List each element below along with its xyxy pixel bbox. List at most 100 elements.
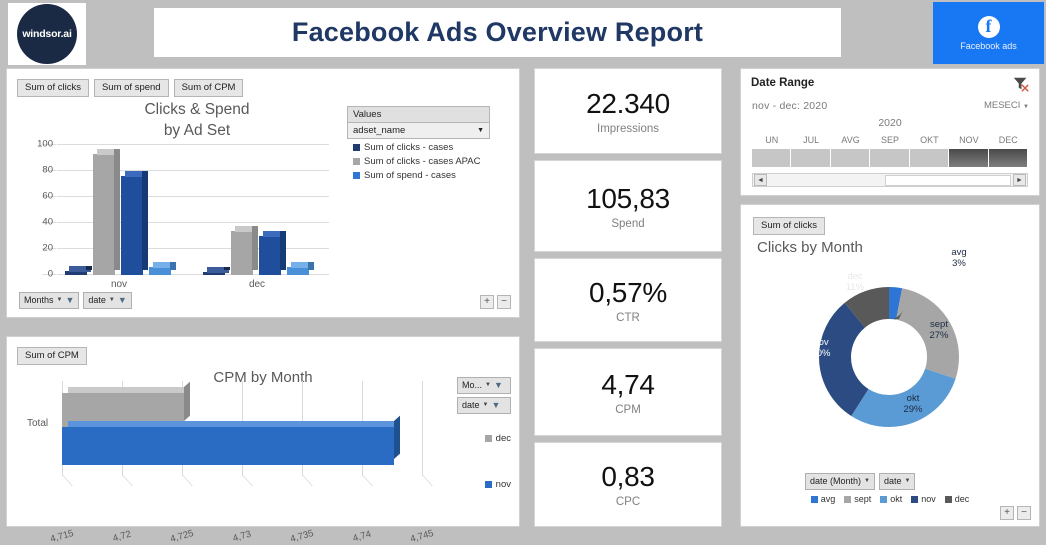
facebook-ads-badge: f Facebook ads — [933, 2, 1044, 64]
adset-name-dropdown[interactable]: adset_name ▼ — [347, 123, 490, 139]
x-label-nov: nov — [110, 279, 128, 290]
cpm-chart-panel: Sum of CPM CPM by Month 4,715 4,72 4,725… — [6, 336, 520, 545]
bar-nov-clicks-cases-apac — [93, 149, 120, 275]
donut-value-sept: 27% — [929, 330, 949, 341]
month-cell-dec[interactable] — [988, 149, 1028, 167]
clicks-chart-slicer-group: Months ▼ ▼ date ▼ ▼ — [19, 292, 132, 309]
legend-swatch-spend-cases — [353, 172, 360, 179]
kpi-value-ctr: 0,57% — [589, 276, 667, 308]
collapse-button[interactable]: − — [497, 295, 511, 309]
y-tick-0: 0 — [47, 268, 53, 280]
date-range-level-dropdown[interactable]: MESECI ▼ — [984, 100, 1029, 111]
donut-label-dec-text: dec — [847, 271, 863, 282]
donut-slicer-group: date (Month) ▼ date ▼ — [805, 473, 916, 490]
month-cell-okt[interactable] — [909, 149, 950, 167]
tab-sum-of-cpm[interactable]: Sum of CPM — [173, 79, 244, 97]
y-label-total: Total — [27, 418, 49, 429]
chevron-down-icon: ▼ — [482, 402, 489, 408]
legend-label-okt: okt — [890, 494, 903, 504]
month-cell-nov[interactable] — [949, 149, 989, 167]
collapse-button[interactable]: − — [1017, 506, 1031, 520]
slicer-date-month[interactable]: date (Month) ▼ — [805, 473, 875, 490]
filter-icon: ▼ — [117, 295, 127, 305]
bar-nov-clicks-cases — [65, 266, 92, 275]
date-range-selection: nov - dec: 2020 — [752, 100, 828, 112]
donut-chart: avg 3% sept 27% okt 29% nov 30% dec 11% — [789, 247, 989, 457]
adset-name-label: adset_name — [353, 125, 406, 136]
tab-sum-of-clicks[interactable]: Sum of clicks — [17, 79, 89, 97]
legend-swatch-dec — [484, 435, 492, 442]
kpi-card-spend: 105,83 Spend — [534, 160, 722, 252]
slicer-months[interactable]: Months ▼ ▼ — [19, 292, 80, 309]
legend-swatch-nov — [911, 495, 919, 503]
values-header-label: Values — [347, 106, 490, 123]
report-title-box: Facebook Ads Overview Report — [154, 8, 841, 57]
clear-filter-icon[interactable] — [1012, 75, 1030, 93]
tab-sum-of-clicks-donut[interactable]: Sum of clicks — [753, 217, 825, 235]
legend-item-clicks-cases-apac: Sum of clicks - cases APAC — [347, 156, 490, 167]
donut-label-okt-text: okt — [906, 393, 920, 404]
logo-circle: windsor.ai — [17, 4, 77, 64]
legend-label-nov: nov — [921, 494, 936, 504]
y-tick-60: 60 — [42, 190, 53, 202]
clicks-spend-chart-panel: Sum of clicks Sum of spend Sum of CPM Cl… — [6, 68, 520, 318]
scrollbar-thumb[interactable] — [884, 174, 1011, 186]
legend-item-nov-cpm: nov — [484, 479, 511, 490]
kpi-label-ctr: CTR — [616, 311, 640, 324]
slicer-date-cpm[interactable]: date ▼ ▼ — [457, 397, 511, 414]
cpm-pivot-tab-group: Sum of CPM — [17, 345, 87, 365]
legend-swatch-okt — [880, 495, 888, 503]
slicer-date-donut-label: date — [883, 476, 902, 486]
legend-label-sept: sept — [854, 494, 872, 504]
slicer-months-cpm[interactable]: Mo... ▼ ▼ — [457, 377, 511, 394]
expand-button[interactable]: + — [1000, 506, 1014, 520]
date-range-year: 2020 — [878, 117, 902, 129]
donut-value-dec: 11% — [845, 282, 865, 293]
chart-title-clicks-spend: Clicks & Spend by Ad Set — [67, 99, 327, 141]
slicer-date-donut[interactable]: date ▼ — [878, 473, 916, 490]
legend-item-dec: dec — [944, 494, 969, 504]
legend-item-spend-cases: Sum of spend - cases — [347, 170, 490, 181]
legend-label-nov: nov — [495, 479, 511, 490]
donut-label-dec: dec 11% — [835, 271, 875, 293]
expand-button[interactable]: + — [480, 295, 494, 309]
month-cell-avg[interactable] — [830, 149, 871, 167]
month-label-okt: OKT — [920, 135, 939, 145]
donut-label-sept-text: sept — [930, 319, 948, 330]
slicer-date-month-label: date (Month) — [810, 476, 862, 486]
y-tick-20: 20 — [42, 242, 53, 254]
scroll-left-icon[interactable]: ◄ — [754, 174, 767, 186]
chevron-down-icon: ▼ — [485, 382, 491, 388]
month-cell-sep[interactable] — [870, 149, 910, 167]
slicer-months-label: Months — [24, 295, 54, 305]
donut-zoom-controls: + − — [1000, 506, 1031, 520]
kpi-label-impressions: Impressions — [597, 122, 659, 135]
date-range-title: Date Range — [751, 77, 815, 89]
x-tick-2: 4,72 — [111, 528, 133, 545]
chart-title-line-2: by Ad Set — [163, 122, 231, 139]
donut-label-nov: nov 30% — [801, 337, 841, 359]
filter-icon: ▼ — [65, 295, 75, 305]
clicks-chart-plot: 100 80 60 40 20 0 nov dec — [37, 139, 329, 290]
kpi-label-cpc: CPC — [615, 496, 641, 508]
month-label-avg: AVG — [841, 135, 860, 145]
tab-sum-of-cpm[interactable]: Sum of CPM — [17, 347, 87, 365]
kpi-value-impressions: 22.340 — [586, 87, 670, 119]
month-cell-jul[interactable] — [791, 149, 831, 167]
brand-logo: windsor.ai — [8, 3, 86, 65]
scroll-right-icon[interactable]: ► — [1013, 174, 1026, 186]
date-range-scrollbar[interactable]: ◄ ► — [752, 173, 1028, 187]
bar-dec-clicks-cases-apac — [231, 226, 258, 275]
cpm-chart-plot: 4,715 4,72 4,725 4,73 4,735 4,74 4,745 — [49, 381, 435, 545]
slicer-date[interactable]: date ▼ ▼ — [83, 292, 132, 309]
donut-value-nov: 30% — [811, 348, 831, 359]
month-cell-un[interactable] — [752, 149, 792, 167]
donut-label-sept: sept 27% — [917, 319, 961, 341]
date-range-level-label: MESECI — [983, 100, 1021, 111]
date-range-month-cells — [752, 149, 1028, 167]
bar-nov-spend-cases-apac — [149, 262, 176, 275]
tab-sum-of-spend[interactable]: Sum of spend — [93, 79, 169, 97]
donut-label-avg: avg 3% — [939, 247, 979, 269]
chevron-down-icon: ▼ — [56, 297, 63, 303]
bar-dec-clicks-cases — [203, 267, 230, 275]
